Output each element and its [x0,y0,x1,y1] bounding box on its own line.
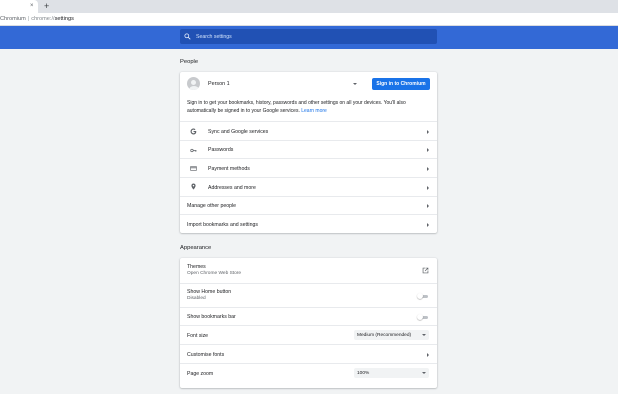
chevron-right-icon [427,167,429,171]
google-icon [190,128,197,135]
location-pin-icon [191,183,196,190]
font-size-label: Font size [187,333,209,339]
url-text[interactable]: Chromium | chrome://settings [0,16,74,23]
font-size-row: Font size Medium (Recommended) [180,325,437,344]
sign-in-button[interactable]: Sign in to Chromium [372,78,430,90]
chevron-right-icon [427,148,429,152]
sign-in-info-text: Sign in to get your bookmarks, history, … [187,100,406,114]
font-size-value: Medium (Recommended) [357,332,412,338]
home-button-label: Show Home button [187,289,232,295]
bookmarks-bar-row[interactable]: Show bookmarks bar [180,307,437,325]
themes-row[interactable]: Themes Open Chrome Web Store [180,258,437,283]
import-bookmarks-row[interactable]: Import bookmarks and settings [180,214,437,233]
page-zoom-label: Page zoom [187,371,214,377]
customise-fonts-label: Customise fonts [187,352,225,358]
new-tab-button[interactable]: + [44,1,49,11]
chevron-right-icon [427,223,429,227]
bookmarks-bar-toggle[interactable] [417,314,429,320]
open-external-icon[interactable] [422,267,429,274]
manage-other-people-row[interactable]: Manage other people [180,196,437,214]
page-zoom-row: Page zoom 100% [180,363,437,382]
passwords-row[interactable]: Passwords [180,140,437,158]
page-zoom-value: 100% [357,370,370,376]
home-button-toggle[interactable] [417,293,429,299]
key-icon [190,148,197,153]
sync-google-services-label: Sync and Google services [208,129,269,135]
chevron-down-icon [422,334,426,336]
close-tab-icon[interactable]: × [30,3,34,9]
chevron-right-icon [427,204,429,208]
bookmarks-bar-label: Show bookmarks bar [187,314,236,320]
home-button-sub: Disabled [187,296,206,301]
tab-settings[interactable]: × [0,0,38,13]
sign-in-info: Sign in to get your bookmarks, history, … [187,100,427,115]
addresses-row[interactable]: Addresses and more [180,177,437,196]
font-size-select[interactable]: Medium (Recommended) [354,330,429,340]
customise-fonts-row[interactable]: Customise fonts [180,344,437,363]
learn-more-link[interactable]: Learn more [301,108,327,114]
person-name: Person 1 [208,81,230,87]
people-section-title: People [180,59,199,65]
chevron-right-icon [427,353,429,357]
people-card: Person 1 Sign in to Chromium Sign in to … [180,72,437,233]
themes-sub: Open Chrome Web Store [187,271,242,276]
chevron-down-icon [422,372,426,374]
settings-header [0,26,618,49]
tab-strip: × + [0,0,618,13]
sync-google-services-row[interactable]: Sync and Google services [180,121,437,140]
address-bar[interactable]: Chromium | chrome://settings [0,13,618,26]
url-scheme: chrome:// [31,16,55,22]
import-bookmarks-label: Import bookmarks and settings [187,222,258,228]
credit-card-icon [190,166,197,171]
manage-other-people-label: Manage other people [187,203,237,209]
url-path: settings [54,16,74,22]
addresses-label: Addresses and more [208,185,256,191]
search-icon [184,33,191,40]
page-zoom-select[interactable]: 100% [354,368,429,378]
payment-methods-label: Payment methods [208,166,250,172]
passwords-label: Passwords [208,147,234,153]
appearance-card: Themes Open Chrome Web Store Show Home b… [180,258,437,388]
search-box[interactable] [180,29,437,44]
avatar [187,77,200,90]
search-input[interactable] [196,29,432,44]
chevron-right-icon [427,130,429,134]
appearance-section-title: Appearance [180,245,212,251]
url-host: Chromium [0,16,26,22]
chevron-right-icon [427,186,429,190]
payment-methods-row[interactable]: Payment methods [180,158,437,177]
person-dropdown-icon[interactable] [353,83,357,85]
home-button-row[interactable]: Show Home button Disabled [180,283,437,307]
themes-label: Themes [187,264,206,270]
